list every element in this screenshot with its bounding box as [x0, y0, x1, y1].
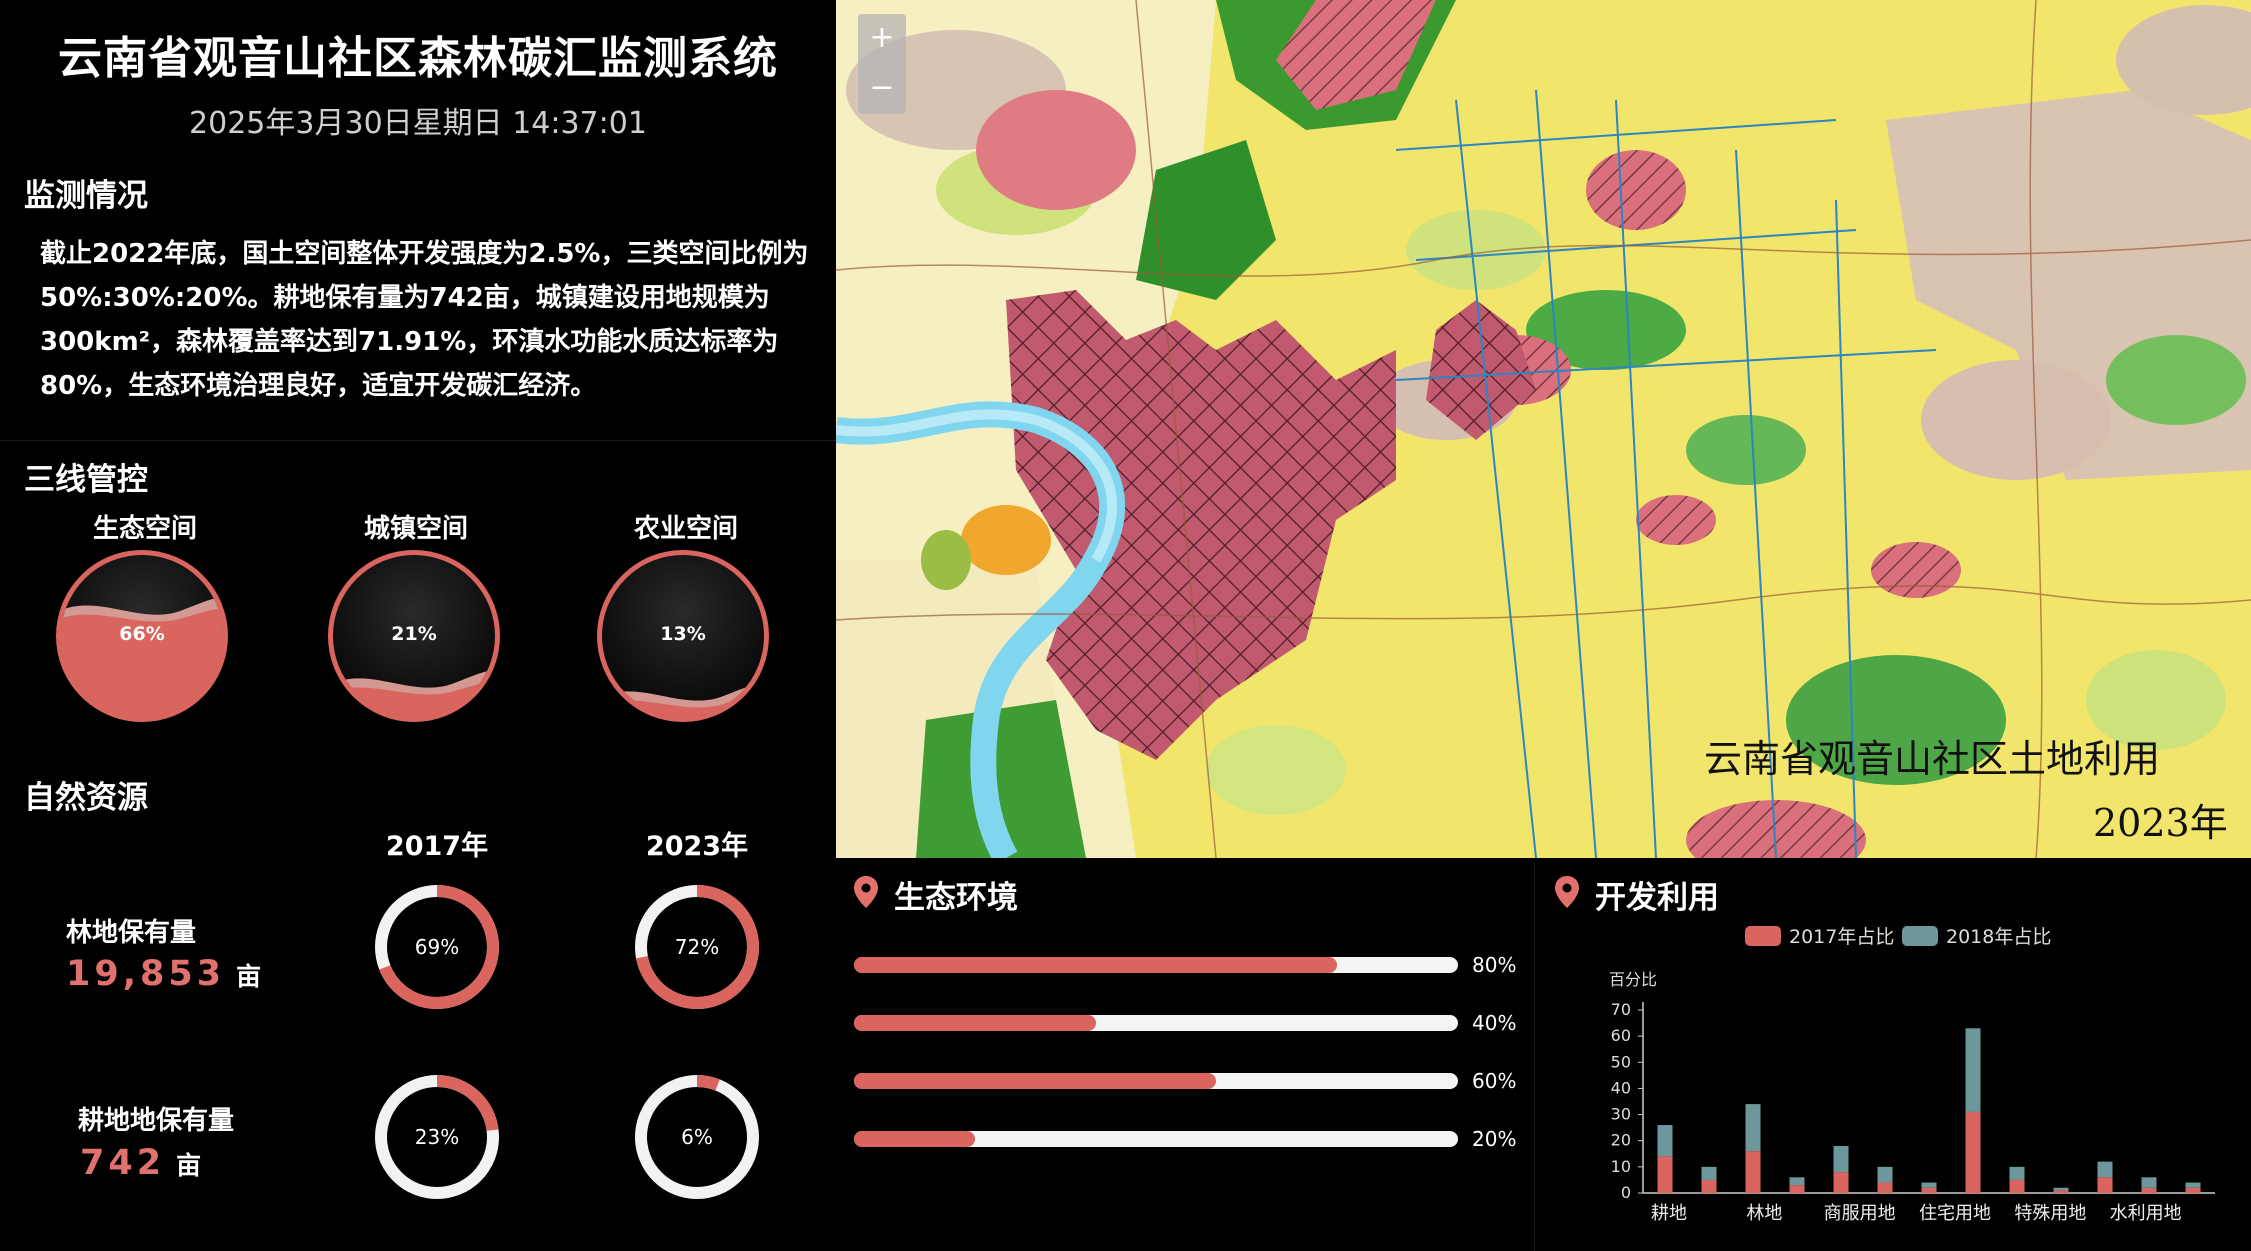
y-tick-label: 60 [1611, 1026, 1631, 1045]
bar-2017 [1745, 1151, 1761, 1193]
bar-2018 [2141, 1177, 2157, 1188]
three-lines-heading: 三线管控 [24, 462, 148, 498]
farmland-value-group: 742 亩 [80, 1143, 201, 1183]
bar-2017 [2097, 1177, 2113, 1193]
bar-2017 [1921, 1187, 1937, 1193]
ecology-heading: 生态环境 [894, 880, 1018, 916]
bar-2018 [1789, 1177, 1805, 1186]
location-pin-icon [854, 876, 878, 908]
x-category-label: 商服用地 [1824, 1203, 1896, 1224]
bar-2018 [1657, 1125, 1673, 1157]
forest-2023-percent: 72% [674, 935, 720, 959]
bar-2017 [2185, 1187, 2201, 1193]
farmland-label: 耕地地保有量 [78, 1106, 235, 1136]
y-tick-label: 40 [1611, 1078, 1631, 1097]
zoom-out-button[interactable]: − [858, 64, 906, 114]
ecology-bar-track [854, 1015, 1458, 1031]
eco-space-label: 生态空间 [92, 514, 197, 544]
bar-2018 [2053, 1187, 2069, 1191]
ecology-bar-fill [854, 1015, 1096, 1031]
bar-2017 [1877, 1182, 1893, 1193]
farmland-value: 742 [80, 1143, 166, 1183]
agri-space-percent: 13% [660, 623, 706, 645]
monitoring-heading: 监测情况 [24, 178, 148, 214]
ecology-bar-fill [854, 1073, 1217, 1089]
bar-2018 [1877, 1166, 1893, 1183]
bar-2017 [1701, 1179, 1717, 1193]
bar-2017 [2141, 1187, 2157, 1193]
development-bar-chart: 0 10 20 30 40 50 60 70 耕地 林地 商服用地 住宅用地 特殊用地 水利用地 [1611, 1000, 2215, 1224]
bar-2017 [1657, 1156, 1673, 1193]
bar-2018 [2009, 1166, 2025, 1180]
bar-2018 [1921, 1182, 1937, 1188]
bar-2018 [2185, 1182, 2201, 1188]
forest-land-unit: 亩 [236, 962, 262, 991]
divider [0, 440, 836, 441]
forest-2017-percent: 69% [414, 935, 460, 959]
bar-2018 [2097, 1161, 2113, 1178]
ecology-bar-percent: 60% [1472, 1069, 1517, 1093]
y-tick-label: 30 [1611, 1105, 1631, 1124]
zoom-in-button[interactable]: + [858, 14, 906, 64]
bar-2017 [1965, 1111, 1981, 1193]
bar-2017 [2053, 1190, 2069, 1193]
map-zoom-control: + − [858, 14, 906, 114]
bar-2017 [2009, 1179, 2025, 1193]
ecology-bar-track [854, 1073, 1458, 1089]
year-2017-header: 2017年 [385, 831, 489, 862]
ecology-bar-percent: 80% [1472, 953, 1517, 977]
bar-2018 [1965, 1028, 1981, 1112]
bar-2017 [1789, 1185, 1805, 1193]
y-tick-label: 50 [1611, 1052, 1631, 1071]
x-category-label: 住宅用地 [1919, 1203, 1991, 1224]
ecology-panel: 生态环境 80% 40% 60% 20% [836, 862, 1534, 1251]
forest-land-label: 林地保有量 [66, 918, 197, 948]
urban-space-label: 城镇空间 [363, 514, 468, 544]
monitoring-line: 300km²，森林覆盖率达到71.91%，环滇水功能水质达标率为 [40, 327, 779, 357]
ecology-bar-fill [854, 1131, 975, 1147]
agri-space-label: 农业空间 [633, 514, 738, 544]
y-tick-label: 0 [1621, 1183, 1631, 1202]
urban-space-percent: 21% [391, 623, 437, 645]
development-panel: 开发利用 2017年占比 2018年占比 百分比 0 10 20 30 40 50 60 70… [1534, 862, 2251, 1251]
bar-2018 [1833, 1145, 1849, 1173]
bar-2017 [1833, 1172, 1849, 1193]
ecology-bar-track [854, 1131, 1458, 1147]
x-category-label: 林地 [1746, 1203, 1782, 1224]
page-title: 云南省观音山社区森林碳汇监测系统 [58, 33, 778, 84]
monitoring-line: 50%:30%:20%。耕地保有量为742亩，城镇建设用地规模为 [40, 283, 770, 313]
farmland-unit: 亩 [176, 1151, 202, 1180]
forest-land-value: 19,853 [66, 954, 226, 994]
x-category-label: 耕地 [1651, 1203, 1687, 1224]
x-category-label: 特殊用地 [2014, 1203, 2086, 1224]
ecology-bar-percent: 40% [1472, 1011, 1517, 1035]
bar-2018 [1701, 1166, 1717, 1180]
monitoring-line: 80%，生态环境治理良好，适宜开发碳汇经济。 [40, 371, 597, 401]
y-tick-label: 20 [1611, 1131, 1631, 1150]
ecology-bar-fill [854, 957, 1338, 973]
x-category-label: 水利用地 [2110, 1203, 2182, 1224]
monitoring-line: 截止2022年底，国土空间整体开发强度为2.5%，三类空间比例为 [40, 239, 809, 269]
map-caption-year: 2023年 [2093, 801, 2228, 845]
forest-land-value-group: 19,853 亩 [66, 954, 261, 994]
y-tick-label: 10 [1611, 1157, 1631, 1176]
farmland-2017-percent: 23% [414, 1125, 460, 1149]
natural-resources-heading: 自然资源 [24, 780, 148, 816]
monitoring-text: 截止2022年底，国土空间整体开发强度为2.5%，三类空间比例为 50%:30%… [40, 232, 810, 408]
left-panel: 云南省观音山社区森林碳汇监测系统 2025年3月30日星期日 14:37:01 … [0, 0, 836, 1251]
bar-2018 [1745, 1104, 1761, 1152]
y-tick-label: 70 [1611, 1000, 1631, 1019]
farmland-2023-percent: 6% [681, 1125, 713, 1149]
map-caption-title: 云南省观音山社区土地利用 [1704, 737, 2161, 781]
ecology-bar-percent: 20% [1472, 1127, 1517, 1151]
datetime-display: 2025年3月30日星期日 14:37:01 [189, 106, 647, 141]
eco-space-percent: 66% [119, 623, 165, 645]
ecology-bar-track [854, 957, 1458, 973]
year-2023-header: 2023年 [645, 831, 749, 862]
